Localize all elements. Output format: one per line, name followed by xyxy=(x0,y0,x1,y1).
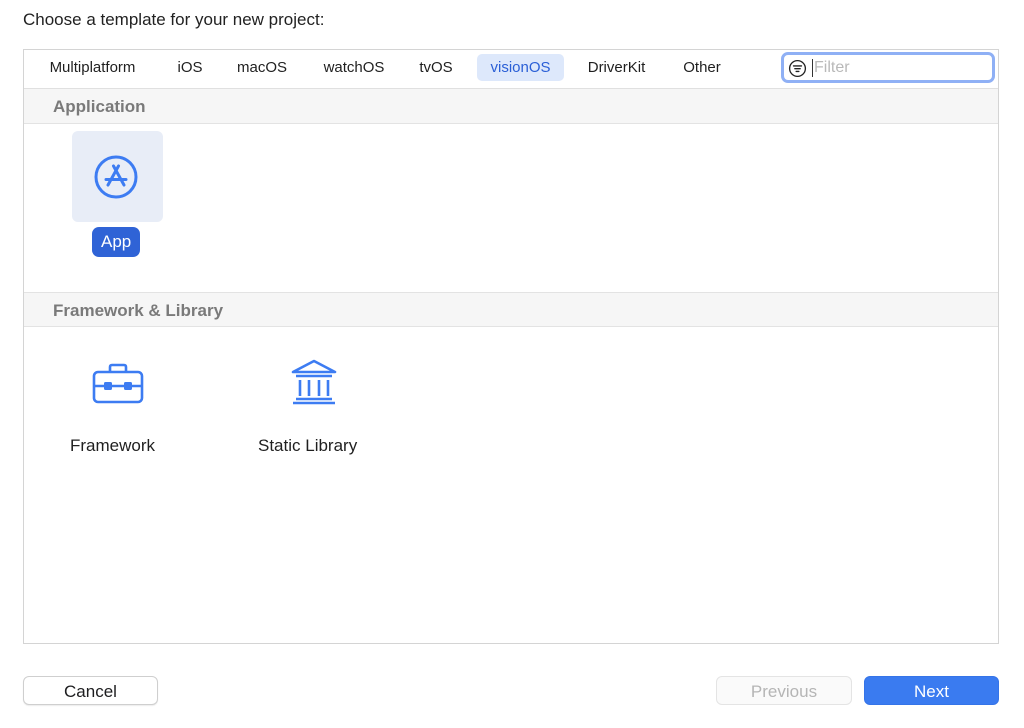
library-building-icon xyxy=(291,359,337,405)
tab-multiplatform[interactable]: Multiplatform xyxy=(38,54,147,81)
section-header-application: Application xyxy=(24,89,998,124)
tab-other[interactable]: Other xyxy=(672,54,732,81)
next-button[interactable]: Next xyxy=(864,676,999,705)
tab-macos[interactable]: macOS xyxy=(227,54,297,81)
filter-icon xyxy=(788,59,807,78)
page-title: Choose a template for your new project: xyxy=(23,10,325,29)
tab-watchos[interactable]: watchOS xyxy=(313,54,395,81)
template-label: Static Library xyxy=(258,436,358,455)
filter-input[interactable] xyxy=(814,57,984,79)
previous-button[interactable]: Previous xyxy=(716,676,852,705)
template-label: Framework xyxy=(70,436,156,455)
template-static-library[interactable]: Static Library xyxy=(256,350,376,465)
tab-ios[interactable]: iOS xyxy=(169,54,211,81)
template-app[interactable]: App xyxy=(72,131,164,261)
tab-driverkit[interactable]: DriverKit xyxy=(577,54,656,81)
tab-visionos[interactable]: visionOS xyxy=(477,54,564,81)
template-label: App xyxy=(92,227,141,257)
text-caret xyxy=(812,59,813,77)
section-header-framework-library: Framework & Library xyxy=(24,292,998,327)
app-store-icon xyxy=(94,155,138,199)
cancel-button[interactable]: Cancel xyxy=(23,676,158,705)
toolbox-icon xyxy=(92,363,144,404)
tab-tvos[interactable]: tvOS xyxy=(410,54,462,81)
filter-field[interactable] xyxy=(781,52,995,83)
template-framework[interactable]: Framework xyxy=(68,350,168,465)
platform-tab-bar: Multiplatform iOS macOS watchOS tvOS vis… xyxy=(24,50,998,89)
template-panel: Multiplatform iOS macOS watchOS tvOS vis… xyxy=(23,49,999,644)
section-title: Framework & Library xyxy=(53,301,224,320)
section-title: Application xyxy=(53,97,146,116)
